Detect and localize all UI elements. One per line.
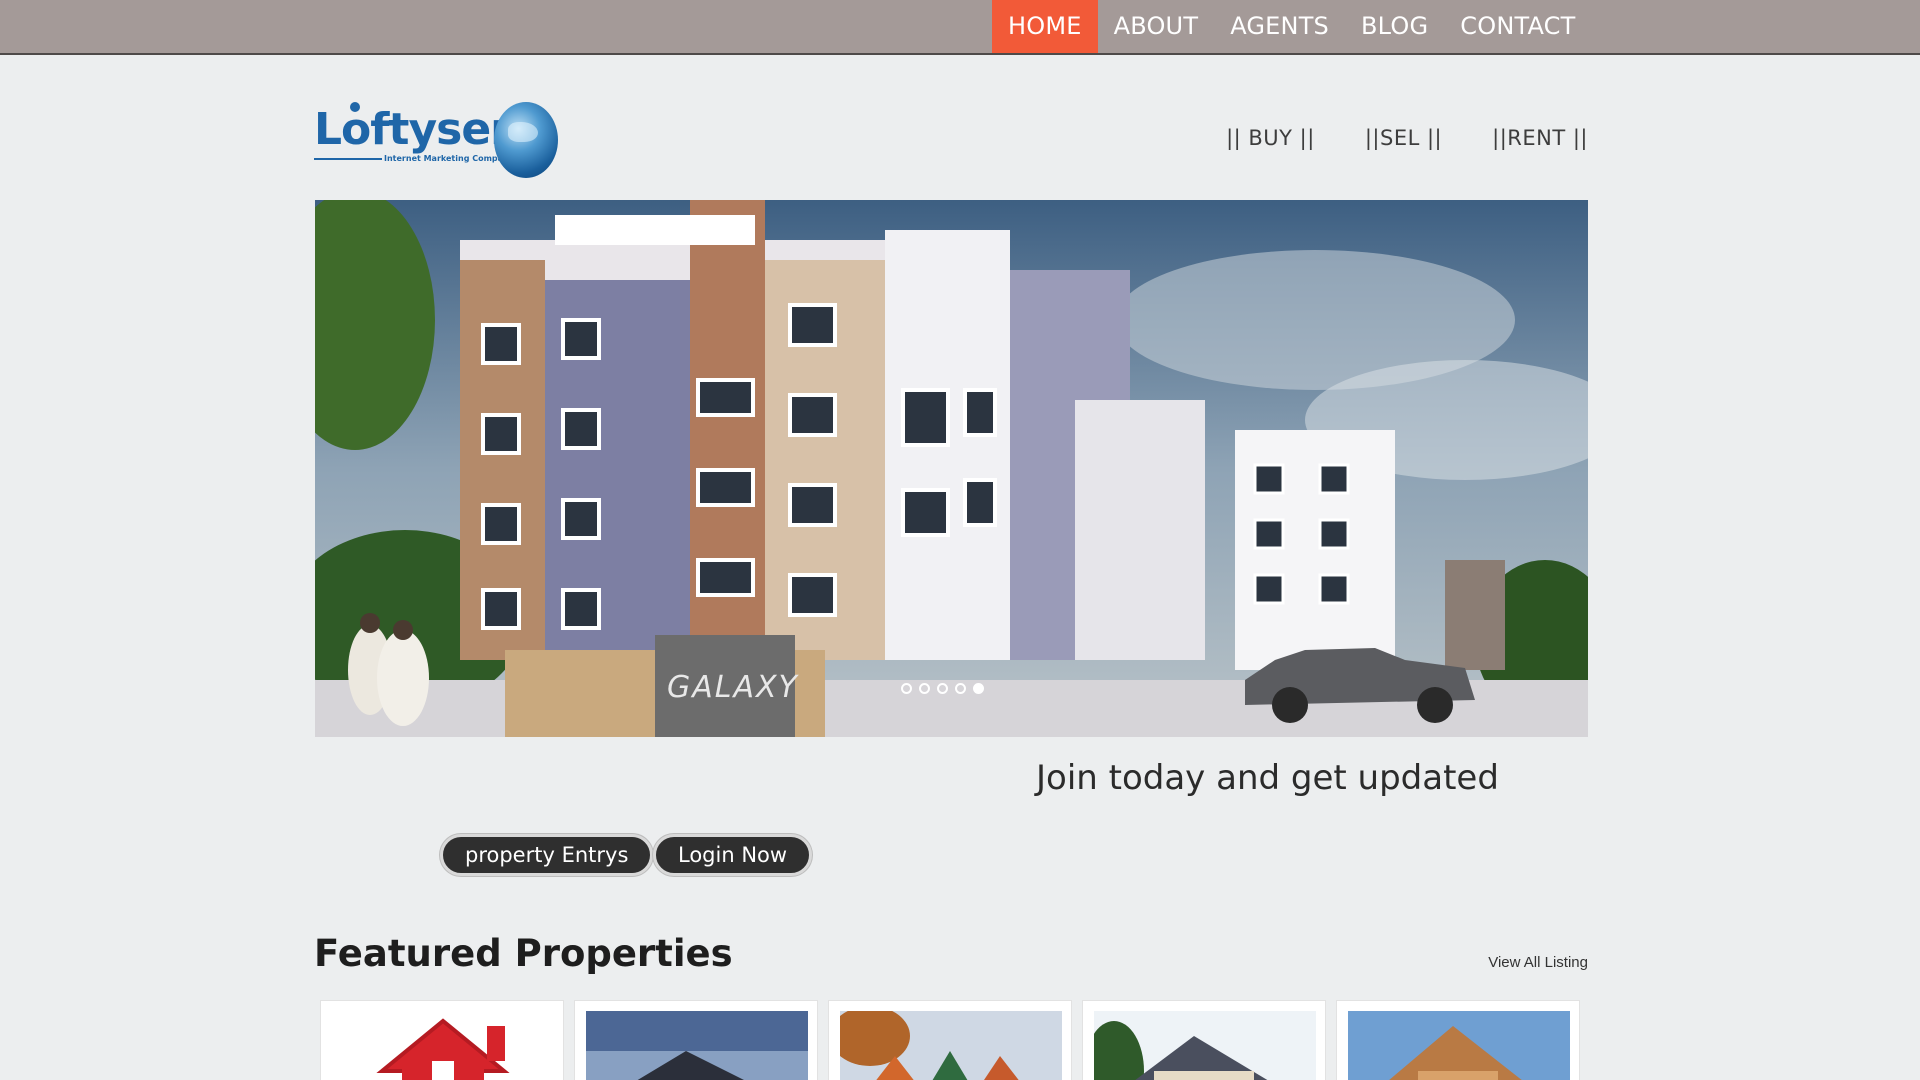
- sell-link[interactable]: ||SEL ||: [1365, 126, 1442, 150]
- cta-headline: Join today and get updated: [1036, 758, 1499, 798]
- slide-dot-5[interactable]: [973, 683, 984, 694]
- slide-dot-1[interactable]: [901, 683, 912, 694]
- cottage-house-photo: [1348, 1011, 1570, 1080]
- nav-contact-link[interactable]: CONTACT: [1444, 0, 1591, 53]
- site-logo[interactable]: Loftyserp Internet Marketing Company: [314, 98, 558, 182]
- logo-underline: [314, 158, 382, 160]
- property-card[interactable]: [1082, 1000, 1326, 1080]
- listing-type-nav: || BUY || ||SEL || ||RENT ||: [1176, 126, 1588, 150]
- nav-home-link[interactable]: HOME: [992, 0, 1098, 53]
- slide-dot-2[interactable]: [919, 683, 930, 694]
- hero-building-image: GALAXY: [315, 200, 1588, 737]
- slide-dot-4[interactable]: [955, 683, 966, 694]
- nav-about-link[interactable]: ABOUT: [1098, 0, 1215, 53]
- nav-agents-link[interactable]: AGENTS: [1214, 0, 1345, 53]
- login-button[interactable]: Login Now: [653, 834, 813, 876]
- galaxy-sign: GALAXY: [667, 670, 800, 705]
- nav-blog-link[interactable]: BLOG: [1345, 0, 1444, 53]
- logo-dot-icon: [350, 102, 360, 112]
- property-card[interactable]: [574, 1000, 818, 1080]
- dusk-house-photo: [586, 1011, 808, 1080]
- main-nav: HOME ABOUT AGENTS BLOG CONTACT: [992, 0, 1592, 53]
- buy-link[interactable]: || BUY ||: [1226, 126, 1315, 150]
- globe-icon: [494, 102, 558, 178]
- suburban-house-photo: [1094, 1011, 1316, 1080]
- property-card[interactable]: [828, 1000, 1072, 1080]
- slider-dots: [901, 683, 991, 694]
- top-nav-bar: HOME ABOUT AGENTS BLOG CONTACT: [0, 0, 1920, 55]
- hero-slider[interactable]: GALAXY: [315, 200, 1588, 737]
- featured-title: Featured Properties: [314, 932, 733, 975]
- property-entries-button[interactable]: property Entrys: [440, 834, 654, 876]
- featured-cards: [320, 1000, 1590, 1080]
- property-card[interactable]: [320, 1000, 564, 1080]
- logo-tagline: Internet Marketing Company: [384, 154, 514, 163]
- view-all-listing-link[interactable]: View All Listing: [1488, 954, 1588, 971]
- property-card[interactable]: [1336, 1000, 1580, 1080]
- slide-dot-3[interactable]: [937, 683, 948, 694]
- red-house-icon: [332, 1011, 554, 1080]
- rent-link[interactable]: ||RENT ||: [1492, 126, 1588, 150]
- dutch-houses-photo: [840, 1011, 1062, 1080]
